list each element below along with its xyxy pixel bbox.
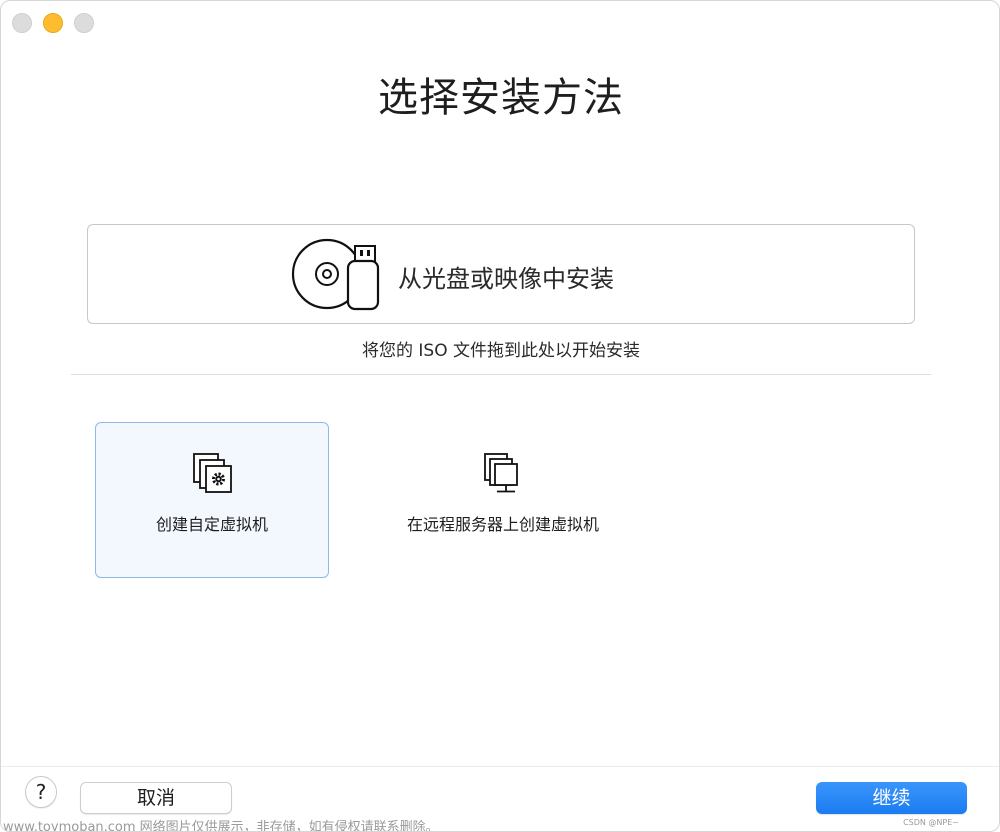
cancel-button[interactable]: 取消 bbox=[80, 782, 232, 814]
footer-divider bbox=[1, 766, 999, 767]
installer-window: 选择安装方法 从光盘或映像中安装 将您的 ISO 文件拖到此处以开始安装 创建自… bbox=[0, 0, 1000, 832]
custom-vm-icon bbox=[193, 453, 232, 493]
corner-watermark: CSDN @NPE~ bbox=[903, 818, 959, 827]
remote-server-vm-label: 在远程服务器上创建虚拟机 bbox=[406, 515, 599, 534]
help-button[interactable]: ? bbox=[25, 776, 57, 808]
maximize-window-button[interactable] bbox=[74, 13, 94, 33]
remote-server-icon bbox=[484, 453, 518, 493]
continue-button[interactable]: 继续 bbox=[816, 782, 967, 814]
disc-usb-icon bbox=[291, 238, 380, 311]
page-title: 选择安装方法 bbox=[378, 75, 624, 121]
section-divider bbox=[71, 374, 931, 375]
create-custom-vm-label: 创建自定虚拟机 bbox=[155, 515, 268, 534]
drop-iso-hint: 将您的 ISO 文件拖到此处以开始安装 bbox=[362, 341, 640, 361]
minimize-window-button[interactable] bbox=[43, 13, 63, 33]
remote-server-vm-option[interactable]: 在远程服务器上创建虚拟机 bbox=[385, 422, 619, 578]
close-window-button[interactable] bbox=[12, 13, 32, 33]
watermark-text: www.toymoban.com 网络图片仅供展示，非存储，如有侵权请联系删除。 bbox=[3, 820, 439, 832]
install-from-disc-option[interactable]: 从光盘或映像中安装 bbox=[87, 224, 915, 324]
create-custom-vm-option[interactable]: 创建自定虚拟机 bbox=[95, 422, 329, 578]
install-from-disc-label: 从光盘或映像中安装 bbox=[398, 265, 614, 293]
